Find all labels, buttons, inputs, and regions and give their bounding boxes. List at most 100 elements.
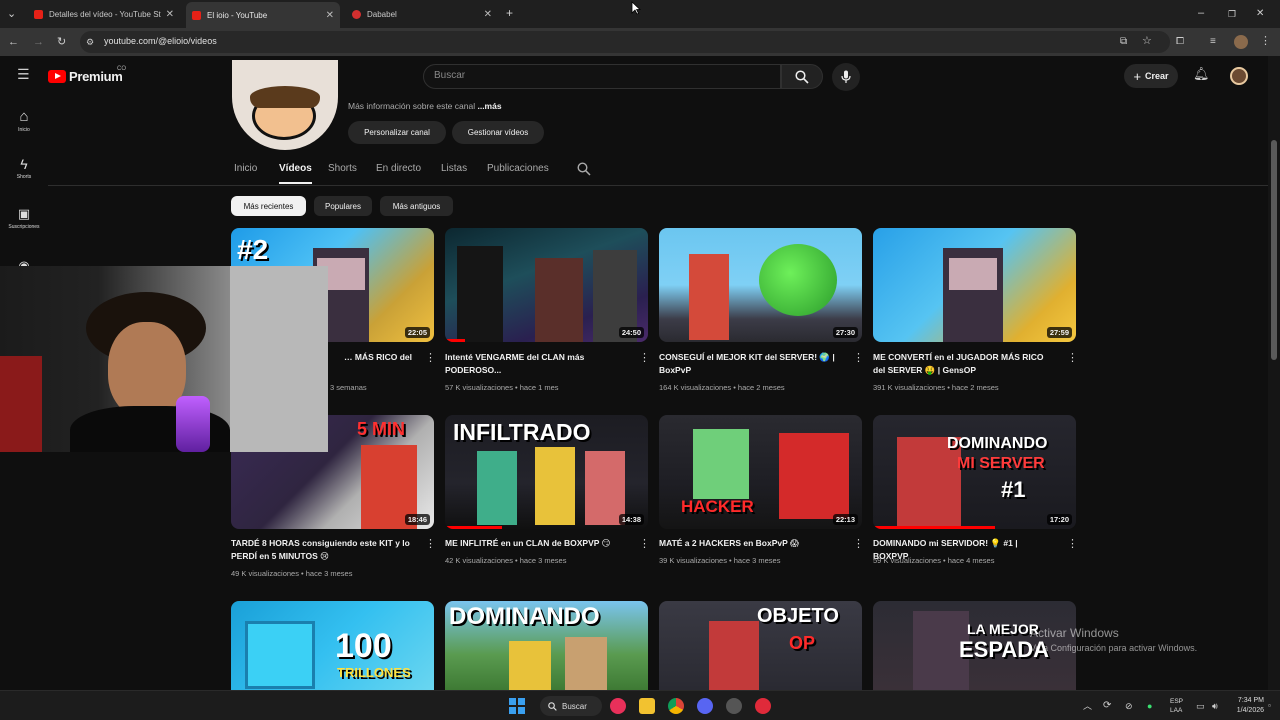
tab-listas[interactable]: Listas bbox=[441, 163, 467, 174]
browser-tab-studio[interactable]: Detalles del vídeo - YouTube St ✕ bbox=[28, 3, 180, 25]
video-thumbnail[interactable]: 24:50 bbox=[445, 228, 648, 342]
video-title[interactable]: MATÉ a 2 HACKERS en BoxPvP 😱 bbox=[659, 537, 839, 550]
guide-item-home[interactable]: ⌂ Inicio bbox=[0, 108, 48, 133]
video-thumbnail[interactable]: 27:30 bbox=[659, 228, 862, 342]
back-icon[interactable]: ← bbox=[8, 36, 19, 48]
browser-tab-dababel[interactable]: Dababel ✕ bbox=[346, 3, 498, 25]
scrollbar-thumb[interactable] bbox=[1271, 140, 1277, 360]
volume-icon[interactable]: 🔊︎ bbox=[1212, 700, 1218, 712]
url-text[interactable]: youtube.com/@elioio/videos bbox=[104, 36, 217, 46]
tab-publicaciones[interactable]: Publicaciones bbox=[487, 163, 549, 174]
media-control-icon[interactable]: ≡ bbox=[1210, 36, 1216, 48]
new-tab-icon[interactable]: + bbox=[506, 7, 513, 19]
video-options-icon[interactable]: ⋮ bbox=[1067, 537, 1078, 550]
video-options-icon[interactable]: ⋮ bbox=[425, 351, 436, 364]
video-title[interactable]: ME CONVERTÍ en el JUGADOR MÁS RICO del S… bbox=[873, 351, 1053, 377]
notifications-bell-icon[interactable]: 🔔︎ bbox=[1193, 67, 1210, 80]
site-info-icon[interactable]: ⚙ bbox=[86, 36, 94, 48]
taskbar-search[interactable]: Buscar bbox=[540, 696, 602, 716]
tab-en-directo[interactable]: En directo bbox=[376, 163, 421, 174]
app-icon[interactable] bbox=[726, 698, 742, 714]
browser-profile-avatar[interactable] bbox=[1234, 35, 1248, 49]
more-info-link[interactable]: ...más bbox=[477, 101, 501, 111]
video-options-icon[interactable]: ⋮ bbox=[425, 537, 436, 550]
video-options-icon[interactable]: ⋮ bbox=[639, 351, 650, 364]
minimize-icon[interactable]: – bbox=[1198, 7, 1204, 19]
manage-videos-button[interactable]: Gestionar vídeos bbox=[452, 121, 544, 144]
mic-tray-icon[interactable]: ● bbox=[1147, 700, 1152, 712]
video-thumbnail[interactable]: HACKER 22:13 bbox=[659, 415, 862, 529]
guide-item-subscriptions[interactable]: ▣ Suscripciones bbox=[0, 206, 48, 230]
address-bar[interactable] bbox=[80, 31, 1170, 53]
browser-tab-channel[interactable]: El ioio - YouTube ✕ bbox=[186, 2, 340, 28]
channel-search-icon[interactable] bbox=[577, 162, 591, 176]
video-thumbnail[interactable]: INFILTRADO 14:38 bbox=[445, 415, 648, 529]
youtube-logo-text[interactable]: Premium bbox=[69, 69, 123, 84]
page-scrollbar[interactable] bbox=[1268, 56, 1280, 690]
capcut-icon[interactable] bbox=[755, 698, 771, 714]
close-tab-icon[interactable]: ✕ bbox=[166, 9, 174, 20]
display-icon[interactable]: ▭ bbox=[1196, 700, 1205, 712]
tray-overflow-icon[interactable]: ︿ bbox=[1083, 700, 1092, 712]
video-meta: 391 K visualizaciones • hace 2 meses bbox=[873, 383, 999, 392]
account-avatar[interactable] bbox=[1230, 67, 1248, 85]
restore-icon[interactable]: ❐ bbox=[1228, 8, 1236, 20]
video-title[interactable]: Intenté VENGARME del CLAN más PODEROSO..… bbox=[445, 351, 625, 377]
discord-icon[interactable] bbox=[697, 698, 713, 714]
channel-more-info[interactable]: Más información sobre este canal ...más bbox=[348, 101, 502, 111]
video-title[interactable]: CONSEGUÍ el MEJOR KIT del SERVER! 🌍 | Bo… bbox=[659, 351, 839, 377]
sync-icon[interactable]: ⟳ bbox=[1103, 700, 1111, 712]
video-thumbnail[interactable]: 100 TRILLONES bbox=[231, 601, 434, 690]
video-title[interactable]: ME INFLITRÉ en un CLAN de BOXPVP 😏 bbox=[445, 537, 625, 550]
youtube-logo-icon[interactable] bbox=[48, 70, 66, 83]
filter-recent-chip[interactable]: Más recientes bbox=[231, 196, 306, 216]
video-options-icon[interactable]: ⋮ bbox=[1067, 351, 1078, 364]
hamburger-menu-icon[interactable]: ☰ bbox=[17, 67, 30, 81]
install-app-icon[interactable]: ⧉ bbox=[1120, 36, 1127, 48]
subscriptions-icon: ▣ bbox=[17, 206, 31, 221]
channel-avatar[interactable] bbox=[232, 60, 338, 150]
tab-shorts[interactable]: Shorts bbox=[328, 163, 357, 174]
customize-channel-button[interactable]: Personalizar canal bbox=[348, 121, 446, 144]
video-thumbnail[interactable]: 27:59 bbox=[873, 228, 1076, 342]
forward-icon[interactable]: → bbox=[33, 36, 44, 48]
start-button[interactable] bbox=[509, 698, 525, 714]
video-title[interactable]: … MÁS RICO del bbox=[322, 351, 412, 364]
video-thumbnail[interactable]: DOMINANDO MI SERVER #1 17:20 bbox=[873, 415, 1076, 529]
search-input[interactable] bbox=[423, 64, 781, 89]
close-tab-icon[interactable]: ✕ bbox=[326, 10, 334, 21]
network-icon[interactable]: ⊘ bbox=[1125, 700, 1133, 712]
file-explorer-icon[interactable] bbox=[639, 698, 655, 714]
browser-menu-icon[interactable]: ⋮ bbox=[1260, 35, 1271, 47]
video-options-icon[interactable]: ⋮ bbox=[853, 351, 864, 364]
reload-icon[interactable]: ↻ bbox=[57, 36, 66, 48]
thumbnail-planet bbox=[759, 244, 837, 316]
tab-inicio[interactable]: Inicio bbox=[234, 163, 257, 174]
recorder-app-icon[interactable] bbox=[610, 698, 626, 714]
close-window-icon[interactable]: ✕ bbox=[1256, 8, 1264, 20]
clock[interactable]: 7:34 PM 1/4/2026 bbox=[1230, 696, 1264, 716]
guide-label: Shorts bbox=[16, 174, 32, 180]
create-button[interactable]: + Crear bbox=[1124, 64, 1178, 88]
voice-search-button[interactable] bbox=[832, 63, 860, 91]
extensions-icon[interactable]: ⧠ bbox=[1176, 36, 1184, 48]
video-meta: 164 K visualizaciones • hace 2 meses bbox=[659, 383, 785, 392]
video-thumbnail[interactable]: DOMINANDO bbox=[445, 601, 648, 690]
search-button[interactable] bbox=[781, 64, 823, 89]
video-title[interactable]: TARDÉ 8 HORAS consiguiendo este KIT y lo… bbox=[231, 537, 411, 563]
video-meta: 59 K visualizaciones • hace 4 meses bbox=[873, 556, 995, 565]
chrome-icon[interactable] bbox=[668, 698, 684, 714]
webcam-overlay bbox=[0, 266, 328, 452]
guide-item-shorts[interactable]: ϟ Shorts bbox=[0, 156, 48, 180]
tab-search-icon[interactable]: ⌄ bbox=[7, 8, 16, 20]
video-thumbnail[interactable]: OBJETO OP bbox=[659, 601, 862, 690]
notification-center-icon[interactable]: ▫ bbox=[1268, 700, 1271, 712]
filter-oldest-chip[interactable]: Más antiguos bbox=[380, 196, 453, 216]
close-tab-icon[interactable]: ✕ bbox=[484, 9, 492, 20]
bookmark-star-icon[interactable]: ☆ bbox=[1142, 35, 1152, 47]
tab-videos[interactable]: Vídeos bbox=[279, 163, 312, 174]
language-indicator[interactable]: ESP LAA bbox=[1170, 697, 1183, 715]
video-options-icon[interactable]: ⋮ bbox=[853, 537, 864, 550]
filter-popular-chip[interactable]: Populares bbox=[314, 196, 372, 216]
video-options-icon[interactable]: ⋮ bbox=[639, 537, 650, 550]
